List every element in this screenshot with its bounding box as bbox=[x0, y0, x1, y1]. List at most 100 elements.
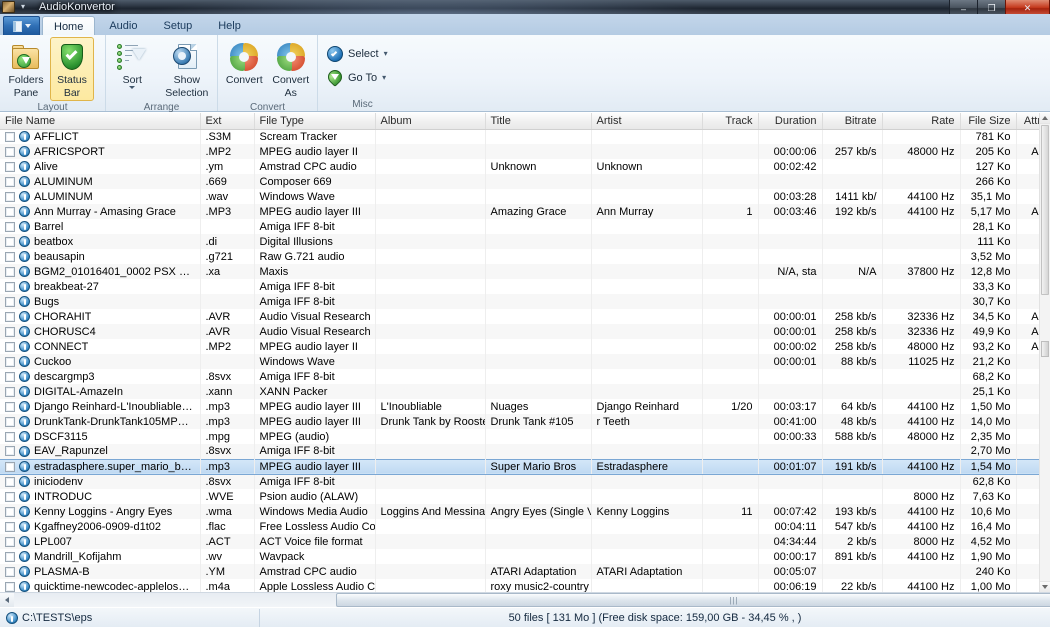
row-checkbox[interactable] bbox=[5, 236, 15, 247]
sort-button[interactable]: Sort bbox=[110, 37, 155, 91]
table-row[interactable]: ALUMINUM .wav Windows Wave 00:03:28 1411 kb/… bbox=[0, 189, 1050, 204]
horizontal-scrollbar[interactable]: ||| bbox=[0, 592, 1050, 607]
row-checkbox[interactable] bbox=[5, 131, 15, 142]
row-checkbox[interactable] bbox=[5, 386, 15, 397]
select-button[interactable]: Select ▾ bbox=[322, 43, 393, 64]
column-header-duration[interactable]: Duration bbox=[758, 113, 823, 130]
row-checkbox[interactable] bbox=[5, 296, 15, 307]
table-row[interactable]: Ann Murray - Amasing Grace .MP3 MPEG audio… bbox=[0, 204, 1050, 219]
table-row[interactable]: INTRODUC .WVE Psion audio (ALAW) 8000 Hz 7,6… bbox=[0, 489, 1050, 504]
row-checkbox[interactable] bbox=[5, 566, 15, 577]
row-checkbox[interactable] bbox=[5, 191, 15, 202]
column-header-name[interactable]: File Name bbox=[0, 113, 201, 130]
application-menu-button[interactable] bbox=[3, 16, 40, 35]
column-header-album[interactable]: Album bbox=[375, 113, 486, 130]
row-checkbox[interactable] bbox=[5, 416, 15, 427]
row-checkbox[interactable] bbox=[5, 266, 15, 277]
horizontal-scroll-track[interactable]: ||| bbox=[14, 593, 1050, 607]
row-checkbox[interactable] bbox=[5, 206, 15, 217]
tab-audio[interactable]: Audio bbox=[97, 16, 149, 35]
table-row[interactable]: DrunkTank-DrunkTank105MP3889 .mp3 MPEG aud… bbox=[0, 414, 1050, 429]
row-checkbox[interactable] bbox=[5, 371, 15, 382]
minimize-button[interactable]: – bbox=[949, 0, 978, 14]
convert-as-button[interactable]: Convert As bbox=[269, 37, 314, 101]
sort-dropdown-arrow[interactable] bbox=[129, 86, 136, 89]
row-checkbox[interactable] bbox=[5, 461, 15, 472]
column-header-artist[interactable]: Artist bbox=[591, 113, 703, 130]
row-checkbox[interactable] bbox=[5, 161, 15, 172]
row-checkbox[interactable] bbox=[5, 431, 15, 442]
vertical-scroll-thumb-secondary[interactable] bbox=[1041, 341, 1049, 357]
table-row[interactable]: DSCF3115 .mpg MPEG (audio) 00:00:33 588 kb/s… bbox=[0, 429, 1050, 444]
tab-setup[interactable]: Setup bbox=[151, 16, 204, 35]
scroll-down-button[interactable] bbox=[1040, 581, 1050, 592]
column-header-filetype[interactable]: File Type bbox=[254, 113, 376, 130]
table-row[interactable]: EAV_Rapunzel.8svxAmiga IFF 8-bit2,70 MoA… bbox=[0, 444, 1050, 459]
column-header-ext[interactable]: Ext bbox=[200, 113, 255, 130]
maximize-button[interactable]: ❐ bbox=[977, 0, 1006, 14]
row-checkbox[interactable] bbox=[5, 476, 15, 487]
table-row[interactable]: Mandrill_Kofijahm .wv Wavpack 00:00:17 891 k… bbox=[0, 549, 1050, 564]
table-row[interactable]: iniciodenv.8svxAmiga IFF 8-bit62,8 KoA, … bbox=[0, 474, 1050, 489]
table-row[interactable]: estradasphere.super_mario_bros .mp3 MPEG a… bbox=[0, 458, 1050, 475]
vertical-scrollbar[interactable] bbox=[1039, 113, 1050, 592]
column-header-title[interactable]: Title bbox=[485, 113, 592, 130]
row-checkbox[interactable] bbox=[5, 176, 15, 187]
scroll-left-button[interactable] bbox=[0, 593, 14, 607]
horizontal-scroll-thumb[interactable]: ||| bbox=[336, 593, 1050, 607]
close-button[interactable]: ✕ bbox=[1005, 0, 1050, 14]
table-row[interactable]: Django Reinhard-L'Inoubliable-01-Nu... .m… bbox=[0, 399, 1050, 414]
table-row[interactable]: PLASMA-B .YM Amstrad CPC audio ATARI Adapta… bbox=[0, 564, 1050, 579]
row-checkbox[interactable] bbox=[5, 506, 15, 517]
folders-pane-button[interactable]: Folders Pane bbox=[4, 37, 48, 101]
row-checkbox[interactable] bbox=[5, 491, 15, 502]
column-header-track[interactable]: Track bbox=[702, 113, 759, 130]
table-row[interactable]: CHORAHIT .AVR Audio Visual Research 00:00:0… bbox=[0, 309, 1050, 324]
row-checkbox[interactable] bbox=[5, 341, 15, 352]
row-checkbox[interactable] bbox=[5, 221, 15, 232]
row-checkbox[interactable] bbox=[5, 356, 15, 367]
tab-help[interactable]: Help bbox=[206, 16, 253, 35]
row-checkbox[interactable] bbox=[5, 146, 15, 157]
tab-home[interactable]: Home bbox=[42, 16, 96, 36]
status-bar-button[interactable]: Status Bar bbox=[50, 37, 94, 101]
chevron-down-icon[interactable]: ▾ bbox=[382, 73, 386, 82]
quick-access-toolbar[interactable]: ▾ bbox=[21, 3, 25, 11]
table-row[interactable]: LPL007 .ACT ACT Voice file format 04:34:44 2… bbox=[0, 534, 1050, 549]
convert-button[interactable]: Convert bbox=[222, 37, 267, 88]
row-checkbox[interactable] bbox=[5, 251, 15, 262]
chevron-down-icon[interactable]: ▾ bbox=[21, 3, 25, 11]
row-checkbox[interactable] bbox=[5, 536, 15, 547]
row-checkbox[interactable] bbox=[5, 581, 15, 592]
column-header-filesize[interactable]: File Size bbox=[960, 113, 1017, 130]
row-checkbox[interactable] bbox=[5, 551, 15, 562]
column-header-bitrate[interactable]: Bitrate bbox=[822, 113, 883, 130]
table-row[interactable]: CHORUSC4 .AVR Audio Visual Research 00:00:0… bbox=[0, 324, 1050, 339]
row-checkbox[interactable] bbox=[5, 281, 15, 292]
vertical-scroll-thumb[interactable] bbox=[1041, 125, 1049, 295]
table-row[interactable]: AFFLICT.S3MScream Tracker781 KoA, 10:39 bbox=[0, 129, 1050, 144]
table-row[interactable]: BGM2_01016401_0002 PSX Mission Mo... .xaM… bbox=[0, 264, 1050, 279]
row-checkbox[interactable] bbox=[5, 326, 15, 337]
table-row[interactable]: beatbox.diDigital Illusions111 KoA, 10:3… bbox=[0, 234, 1050, 249]
row-checkbox[interactable] bbox=[5, 446, 15, 457]
table-row[interactable]: beausapin.g721Raw G.721 audio3,52 MoA, 1… bbox=[0, 249, 1050, 264]
column-header-rate[interactable]: Rate bbox=[882, 113, 961, 130]
show-selection-button[interactable]: Show Selection bbox=[161, 37, 213, 101]
table-row[interactable]: Kgaffney2006-0909-d1t02 .flac Free Lossles… bbox=[0, 519, 1050, 534]
table-row[interactable]: BarrelAmiga IFF 8-bit28,1 KoA, 10:39 bbox=[0, 219, 1050, 234]
goto-button[interactable]: Go To ▾ bbox=[322, 66, 391, 88]
row-checkbox[interactable] bbox=[5, 521, 15, 532]
table-row[interactable]: AFRICSPORT .MP2 MPEG audio layer II 00:00:0… bbox=[0, 144, 1050, 159]
row-checkbox[interactable] bbox=[5, 401, 15, 412]
table-row[interactable]: Alive .ym Amstrad CPC audio Unknown Unknown 0… bbox=[0, 159, 1050, 174]
table-row[interactable]: descargmp3.8svxAmiga IFF 8-bit68,2 KoA, … bbox=[0, 369, 1050, 384]
table-row[interactable]: BugsAmiga IFF 8-bit30,7 KoA, 10:39 bbox=[0, 294, 1050, 309]
table-row[interactable]: ALUMINUM.669Composer 669266 KoA, 10:39 bbox=[0, 174, 1050, 189]
table-row[interactable]: Cuckoo Windows Wave 00:00:01 88 kb/s 11025 H… bbox=[0, 354, 1050, 369]
chevron-down-icon[interactable]: ▾ bbox=[384, 49, 388, 58]
table-row[interactable]: quicktime-newcodec-applelosslessau... .m4… bbox=[0, 579, 1050, 592]
table-row[interactable]: breakbeat-27Amiga IFF 8-bit33,3 KoA, 10:… bbox=[0, 279, 1050, 294]
row-checkbox[interactable] bbox=[5, 311, 15, 322]
table-row[interactable]: CONNECT .MP2 MPEG audio layer II 00:00:02 25… bbox=[0, 339, 1050, 354]
